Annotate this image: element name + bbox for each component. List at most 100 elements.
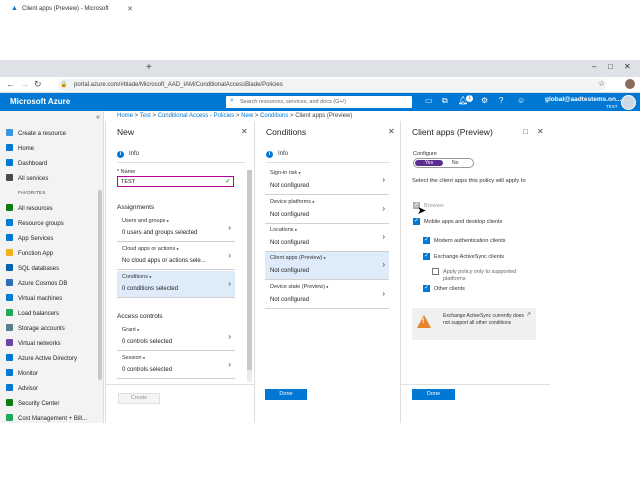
nav-item[interactable]: SQL databases xyxy=(6,264,59,272)
blade-new-scrollbar[interactable] xyxy=(247,170,252,370)
user-email[interactable]: global@aadtestems.on... xyxy=(545,96,621,103)
create-button[interactable]: Create xyxy=(118,393,160,404)
blade-new-close-icon[interactable]: ✕ xyxy=(241,127,248,136)
reload-icon[interactable]: ↻ xyxy=(34,79,42,90)
checkbox-label[interactable]: Other clients xyxy=(434,286,465,292)
client-apps-done-button[interactable]: Done xyxy=(412,389,455,400)
back-icon[interactable]: ← xyxy=(6,79,15,89)
condition-row[interactable]: Device platforms ● Not configured › xyxy=(265,196,389,224)
assignment-row[interactable]: Users and groups ● 0 users and groups sel… xyxy=(117,215,235,242)
external-link-icon[interactable]: ↗ xyxy=(526,311,531,318)
policy-name-input[interactable]: TEST ✓ xyxy=(117,176,234,187)
help-icon[interactable]: ? xyxy=(499,96,503,105)
condition-row[interactable]: Client apps (Preview) ● Not configured › xyxy=(265,252,389,280)
info-icon[interactable]: ● xyxy=(148,274,151,279)
assignment-row[interactable]: Conditions ● 0 conditions selected › xyxy=(117,271,235,298)
nav-item[interactable]: All resources xyxy=(6,204,53,212)
directory-filter-icon[interactable]: ⧉ xyxy=(442,96,448,106)
nav-item[interactable]: App Services xyxy=(6,234,53,242)
info-icon[interactable]: ● xyxy=(294,227,297,232)
maximize-icon[interactable]: □ xyxy=(608,62,613,71)
blade-conditions-info[interactable]: i Info xyxy=(266,151,288,158)
star-icon[interactable]: ☆ xyxy=(598,79,605,88)
address-bar[interactable]: portal.azure.com/#blade/Microsoft_AAD_IA… xyxy=(58,79,606,91)
checkbox-label[interactable]: Mobile apps and desktop clients xyxy=(424,219,502,225)
nav-item[interactable]: Load balancers xyxy=(6,309,59,317)
chevron-right-icon: › xyxy=(228,331,231,341)
valid-check-icon: ✓ xyxy=(225,178,231,185)
blade-client-apps-close-icon[interactable]: ✕ xyxy=(537,127,544,136)
info-icon[interactable]: ● xyxy=(322,255,325,260)
azure-brand[interactable]: Microsoft Azure xyxy=(10,97,70,106)
checkbox[interactable]: ✓ xyxy=(423,253,430,260)
nav-scrollbar[interactable] xyxy=(98,190,102,380)
maximize-blade-icon[interactable]: □ xyxy=(523,127,528,136)
nav-item[interactable]: Resource groups xyxy=(6,219,64,227)
checkbox-label[interactable]: Modern authentication clients xyxy=(434,238,506,244)
cloud-shell-icon[interactable]: ▭ xyxy=(425,96,433,105)
toggle-yes[interactable]: Yes xyxy=(415,160,443,166)
browser-profile-avatar[interactable] xyxy=(625,79,635,89)
condition-row[interactable]: Sign-in risk ● Not configured › xyxy=(265,167,389,195)
checkbox-label[interactable]: Browser xyxy=(424,203,444,209)
collapse-nav-icon[interactable]: « xyxy=(96,114,100,121)
nav-item[interactable]: Monitor xyxy=(6,369,38,377)
info-icon[interactable]: ● xyxy=(175,246,178,251)
user-avatar[interactable] xyxy=(621,95,636,110)
access-control-row[interactable]: Grant ● 0 controls selected › xyxy=(117,324,235,351)
conditions-done-button[interactable]: Done xyxy=(265,389,307,400)
nav-item[interactable]: Storage accounts xyxy=(6,324,65,332)
nav-item[interactable]: Dashboard xyxy=(6,159,47,167)
nav-item[interactable]: Security Center xyxy=(6,399,59,407)
condition-row[interactable]: Device state (Preview) ● Not configured › xyxy=(265,281,389,309)
checkbox[interactable]: ✓ xyxy=(423,237,430,244)
info-icon[interactable]: ● xyxy=(165,218,169,223)
nav-item[interactable]: Cost Management + Bill... xyxy=(6,414,87,422)
tab-close-icon[interactable]: ✕ xyxy=(127,5,133,13)
nav-item[interactable]: Home xyxy=(6,144,34,152)
nav-item[interactable]: Function App xyxy=(6,249,53,257)
window-close-icon[interactable]: ✕ xyxy=(624,62,631,71)
info-icon[interactable]: ● xyxy=(325,284,328,289)
nav-item[interactable]: Create a resource xyxy=(6,129,66,137)
row-value: 0 conditions selected xyxy=(122,286,179,292)
checkbox[interactable]: ✓ xyxy=(413,218,420,225)
assignment-row[interactable]: Cloud apps or actions ● No cloud apps or … xyxy=(117,243,235,270)
minimize-icon[interactable]: – xyxy=(592,62,596,71)
nav-item[interactable]: Azure Active Directory xyxy=(6,354,77,362)
new-tab-icon[interactable]: + xyxy=(146,62,152,73)
condition-row[interactable]: Locations ● Not configured › xyxy=(265,224,389,252)
global-search-input[interactable]: ⌕ Search resources, services, and docs (… xyxy=(226,96,412,108)
checkbox-label[interactable]: Exchange ActiveSync clients xyxy=(434,254,504,260)
nav-item[interactable]: Azure Cosmos DB xyxy=(6,279,67,287)
access-control-row[interactable]: Session ● 0 controls selected › xyxy=(117,352,235,379)
breadcrumb-item[interactable]: New xyxy=(241,113,253,119)
toggle-no[interactable]: No xyxy=(452,159,458,167)
breadcrumb: Home > Test > Conditional Access - Polic… xyxy=(117,113,352,119)
lock-icon[interactable]: 🔒 xyxy=(60,81,67,88)
breadcrumb-item[interactable]: Test xyxy=(140,113,151,119)
breadcrumb-item[interactable]: Conditions xyxy=(260,113,288,119)
checkbox-label[interactable]: Apply policy only to supported platforms xyxy=(443,269,535,284)
info-icon[interactable]: ● xyxy=(136,327,139,332)
forward-icon[interactable]: → xyxy=(20,79,29,89)
nav-item[interactable]: Virtual machines xyxy=(6,294,62,302)
configure-toggle[interactable]: Yes No xyxy=(413,158,474,168)
settings-gear-icon[interactable]: ⚙ xyxy=(481,96,488,105)
breadcrumb-item[interactable]: Conditional Access - Policies xyxy=(158,113,235,119)
letterbox-bottom xyxy=(0,423,640,480)
breadcrumb-item: Client apps (Preview) xyxy=(295,113,353,119)
checkbox[interactable] xyxy=(432,268,439,275)
info-icon[interactable]: ● xyxy=(311,199,314,204)
browser-tab[interactable]: ▲ Client apps (Preview) - Microsoft ✕ xyxy=(4,2,138,17)
info-icon[interactable]: ● xyxy=(297,170,300,175)
blade-conditions-close-icon[interactable]: ✕ xyxy=(388,127,395,136)
blade-new-info[interactable]: i Info xyxy=(117,151,139,158)
nav-item[interactable]: Virtual networks xyxy=(6,339,61,347)
breadcrumb-item[interactable]: Home xyxy=(117,113,133,119)
checkbox[interactable]: ✓ xyxy=(423,285,430,292)
nav-item[interactable]: Advisor xyxy=(6,384,38,392)
nav-item[interactable]: All services xyxy=(6,174,48,182)
feedback-smiley-icon[interactable]: ☺ xyxy=(517,96,525,105)
info-icon[interactable]: ● xyxy=(142,355,145,360)
